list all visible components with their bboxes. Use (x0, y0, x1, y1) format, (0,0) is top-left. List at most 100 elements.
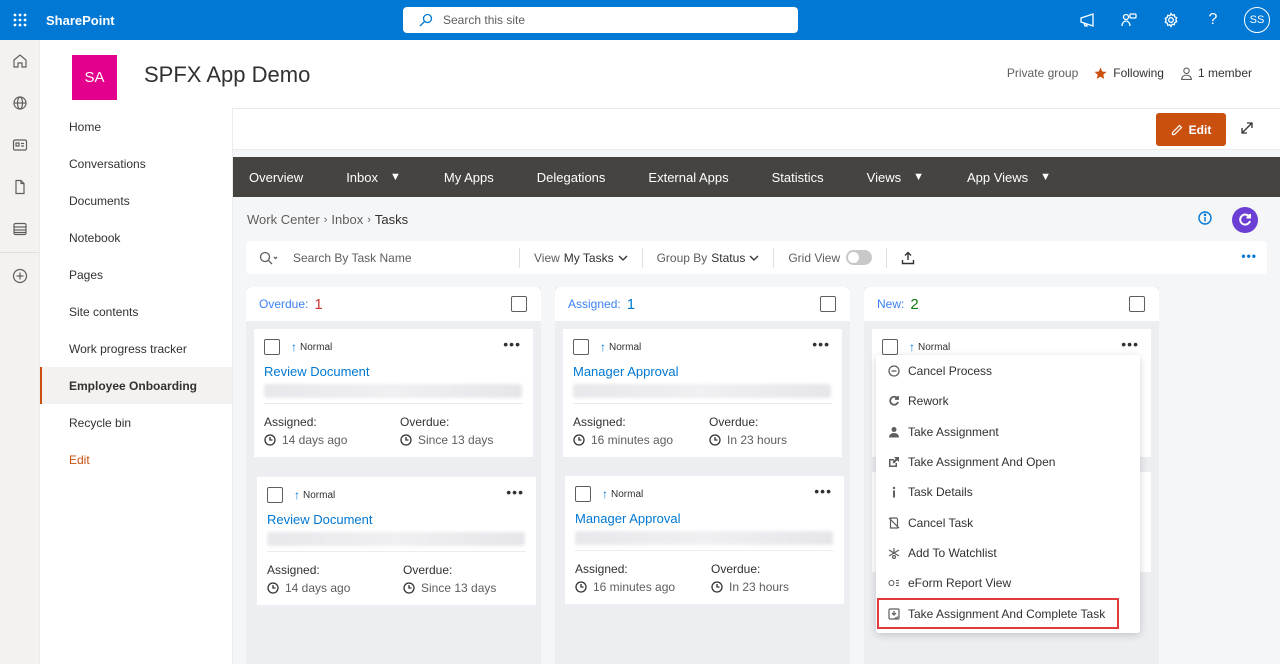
task-search-placeholder: Search By Task Name (293, 250, 412, 265)
chevron-down-icon (749, 255, 759, 261)
menu-item-take-assignment-and-open[interactable]: Take Assignment And Open (876, 447, 1140, 477)
tab-inbox[interactable]: Inbox ▼ (346, 170, 401, 185)
following-button[interactable]: Following (1094, 66, 1164, 80)
site-search-input[interactable]: Search this site (403, 7, 798, 33)
person-icon (1181, 67, 1192, 80)
site-logo[interactable]: SA (72, 55, 117, 100)
more-options-icon[interactable]: ••• (812, 336, 830, 352)
nav-item-conversations[interactable]: Conversations (40, 145, 232, 182)
gear-icon[interactable] (1160, 9, 1182, 31)
menu-item-rework[interactable]: Rework (876, 386, 1140, 416)
column-overdue: Overdue: 1 ↑ Normal ••• Review Document A… (246, 287, 541, 664)
nav-item-site-contents[interactable]: Site contents (40, 293, 232, 330)
nav-item-home[interactable]: Home (40, 108, 232, 145)
task-checkbox[interactable] (267, 487, 283, 503)
sharepoint-brand[interactable]: SharePoint (46, 13, 115, 28)
nav-edit-link[interactable]: Edit (40, 441, 232, 478)
menu-item-cancel-process[interactable]: Cancel Process (876, 356, 1140, 386)
caret-down-icon: ▼ (913, 171, 924, 183)
nav-item-notebook[interactable]: Notebook (40, 219, 232, 256)
grid-view-toggle[interactable]: Grid View (774, 250, 886, 265)
info-icon[interactable] (1198, 211, 1212, 230)
menu-item-label: Rework (908, 394, 949, 409)
list-icon[interactable] (0, 208, 40, 250)
task-search-input[interactable]: Search By Task Name (246, 251, 519, 265)
news-icon[interactable] (0, 124, 40, 166)
task-card[interactable]: ↑ Normal ••• Manager Approval Assigned: 1… (565, 476, 844, 604)
nav-item-pages[interactable]: Pages (40, 256, 232, 293)
export-button[interactable] (887, 251, 929, 265)
command-bar: Edit (233, 108, 1280, 150)
tab-my-apps[interactable]: My Apps (444, 170, 494, 185)
task-title-link[interactable]: Manager Approval (573, 364, 679, 379)
nav-item-employee-onboarding[interactable]: Employee Onboarding (40, 367, 232, 404)
menu-item-add-to-watchlist[interactable]: Add To Watchlist (876, 538, 1140, 568)
help-icon[interactable]: ? (1202, 9, 1224, 31)
more-options-icon[interactable]: ••• (503, 336, 521, 352)
view-value: My Tasks (563, 250, 614, 265)
clock-icon (403, 582, 415, 594)
select-all-checkbox[interactable] (820, 296, 836, 312)
tab-views[interactable]: Views ▼ (867, 170, 924, 185)
clock-icon (400, 434, 412, 446)
task-card[interactable]: ↑ Normal ••• Review Document Assigned: 14… (254, 329, 533, 457)
tab-label: Views (866, 169, 902, 185)
members-label: 1 member (1197, 66, 1252, 80)
more-options-icon[interactable]: ••• (814, 483, 832, 499)
share-feedback-icon[interactable] (1118, 9, 1140, 31)
create-plus-icon[interactable] (0, 255, 40, 297)
document-icon[interactable] (0, 166, 40, 208)
view-dropdown[interactable]: View My Tasks (520, 251, 642, 265)
expand-icon[interactable] (1240, 121, 1254, 140)
task-checkbox[interactable] (882, 339, 898, 355)
globe-icon[interactable] (0, 82, 40, 124)
task-card[interactable]: ↑ Normal ••• Review Document Assigned: 14… (257, 477, 536, 605)
task-checkbox[interactable] (575, 486, 591, 502)
more-options-icon[interactable]: ••• (1121, 336, 1139, 352)
overdue-value: In 23 hours (727, 433, 788, 447)
menu-item-take-assignment[interactable]: Take Assignment (876, 417, 1140, 447)
card-divider (264, 403, 523, 404)
overdue-label: Overdue: (403, 563, 453, 577)
task-title-link[interactable]: Manager Approval (575, 511, 681, 526)
grid-view-switch[interactable] (846, 250, 873, 265)
more-options-icon[interactable]: ••• (506, 484, 524, 500)
site-title[interactable]: SPFX App Demo (144, 62, 310, 88)
breadcrumb-tasks: Tasks (374, 212, 409, 227)
menu-item-task-details[interactable]: Task Details (876, 477, 1140, 507)
task-checkbox[interactable] (264, 339, 280, 355)
more-options-icon[interactable]: ••• (1241, 249, 1257, 263)
nav-item-work-progress-tracker[interactable]: Work progress tracker (40, 330, 232, 367)
user-avatar[interactable]: SS (1244, 7, 1270, 33)
task-title-link[interactable]: Review Document (267, 512, 373, 527)
tab-label: Delegations (536, 169, 606, 185)
task-subtitle-redacted (575, 531, 833, 545)
app-launcher-icon[interactable] (0, 0, 40, 40)
breadcrumb-work-center[interactable]: Work Center (247, 212, 320, 227)
group-by-dropdown[interactable]: Group By Status (643, 251, 774, 265)
breadcrumb-inbox[interactable]: Inbox (331, 212, 363, 227)
members-button[interactable]: 1 member (1180, 66, 1252, 80)
nav-item-documents[interactable]: Documents (40, 182, 232, 219)
task-title-link[interactable]: Review Document (264, 364, 370, 379)
nav-item-recycle-bin[interactable]: Recycle bin (40, 404, 232, 441)
edit-page-button[interactable]: Edit (1156, 113, 1226, 146)
refresh-icon (888, 395, 900, 407)
tab-overview[interactable]: Overview (249, 170, 303, 185)
task-checkbox[interactable] (573, 339, 589, 355)
home-icon[interactable] (0, 40, 40, 82)
tab-app-views[interactable]: App Views ▼ (967, 170, 1051, 185)
select-all-checkbox[interactable] (1129, 296, 1145, 312)
overdue-value: Since 13 days (421, 581, 497, 595)
megaphone-icon[interactable] (1076, 9, 1098, 31)
menu-item-cancel-task[interactable]: Cancel Task (876, 507, 1140, 537)
menu-item-eform-report-view[interactable]: eForm Report View (876, 568, 1140, 598)
rail-divider (0, 252, 39, 253)
tab-statistics[interactable]: Statistics (772, 170, 824, 185)
tab-external-apps[interactable]: External Apps (648, 170, 728, 185)
menu-item-take-assignment-and-complete-task[interactable]: Take Assignment And Complete Task (877, 598, 1119, 629)
refresh-button[interactable] (1232, 207, 1258, 233)
select-all-checkbox[interactable] (511, 296, 527, 312)
tab-delegations[interactable]: Delegations (537, 170, 606, 185)
task-card[interactable]: ↑ Normal ••• Manager Approval Assigned: 1… (563, 329, 842, 457)
